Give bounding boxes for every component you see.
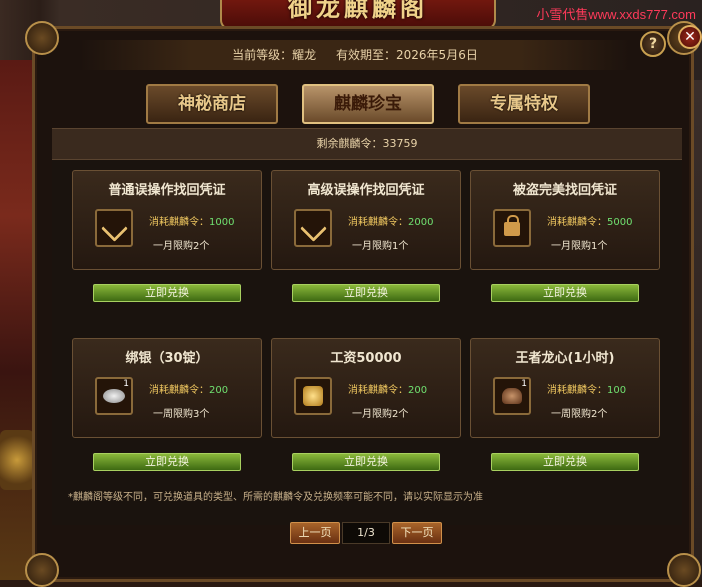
wrench-icon[interactable]	[294, 209, 332, 247]
cost-label: 消耗麒麟令：	[149, 217, 209, 228]
item-card: 王者龙心(1小时) 1 消耗麒麟令：100 一周限购2个	[470, 338, 660, 438]
expiry-date: 有效期至：2026年5月6日	[336, 48, 478, 62]
item-title: 普通误操作找回凭证	[108, 183, 226, 198]
remaining-tokens: 剩余麒麟令：33759	[52, 128, 682, 160]
redeem-button[interactable]: 立即兑换	[491, 284, 639, 302]
tab-qilin-treasures[interactable]: 麒麟珍宝	[302, 84, 434, 124]
cost-label: 消耗麒麟令：	[547, 385, 607, 396]
cost-value: 1000	[209, 217, 235, 228]
item-title: 绑银（30锭）	[125, 351, 209, 366]
dragon-heart-icon[interactable]: 1	[493, 377, 531, 415]
redeem-button[interactable]: 立即兑换	[292, 453, 440, 471]
cost-value: 100	[607, 385, 627, 396]
cost-value: 200	[408, 385, 428, 396]
purchase-limit: 一月限购1个	[352, 241, 409, 252]
silver-ingot-icon[interactable]: 1	[95, 377, 133, 415]
item-quantity: 1	[123, 379, 129, 389]
item-card: 工资50000 消耗麒麟令：200 一月限购2个	[271, 338, 461, 438]
redeem-button[interactable]: 立即兑换	[292, 284, 440, 302]
item-cost: 消耗麒麟令：200	[149, 381, 228, 396]
redeem-button[interactable]: 立即兑换	[93, 453, 241, 471]
background-ornament	[0, 430, 34, 490]
wrench-icon[interactable]	[95, 209, 133, 247]
cost-value: 2000	[408, 217, 434, 228]
next-page-button[interactable]: 下一页	[392, 522, 442, 544]
item-cost: 消耗麒麟令：5000	[547, 213, 632, 228]
purchase-limit: 一月限购2个	[352, 409, 409, 420]
close-button[interactable]: ✕	[678, 25, 702, 49]
item-cost: 消耗麒麟令：200	[348, 381, 427, 396]
prev-page-button[interactable]: 上一页	[290, 522, 340, 544]
item-card: 被盗完美找回凭证 消耗麒麟令：5000 一月限购1个	[470, 170, 660, 270]
window-title: 御龙麒麟阁	[288, 0, 428, 22]
item-title: 王者龙心(1小时)	[515, 351, 615, 366]
cost-label: 消耗麒麟令：	[547, 217, 607, 228]
corner-ornament	[667, 553, 701, 587]
lock-icon[interactable]	[493, 209, 531, 247]
redeem-button[interactable]: 立即兑换	[491, 453, 639, 471]
corner-ornament	[25, 553, 59, 587]
purchase-limit: 一周限购3个	[153, 409, 210, 420]
cost-label: 消耗麒麟令：	[348, 385, 408, 396]
tab-exclusive-privileges[interactable]: 专属特权	[458, 84, 590, 124]
redeem-button[interactable]: 立即兑换	[93, 284, 241, 302]
purchase-limit: 一月限购2个	[153, 241, 210, 252]
watermark-text: 小雪代售www.xxds777.com	[536, 7, 696, 22]
help-button[interactable]: ?	[640, 31, 666, 57]
item-card: 高级误操作找回凭证 消耗麒麟令：2000 一月限购1个	[271, 170, 461, 270]
purchase-limit: 一月限购1个	[551, 241, 608, 252]
gold-coins-icon[interactable]	[294, 377, 332, 415]
tab-bar: 神秘商店 麒麟珍宝 专属特权	[146, 84, 590, 124]
item-card: 普通误操作找回凭证 消耗麒麟令：1000 一月限购2个	[72, 170, 262, 270]
item-cost: 消耗麒麟令：100	[547, 381, 626, 396]
item-cost: 消耗麒麟令：1000	[149, 213, 234, 228]
item-title: 被盗完美找回凭证	[512, 183, 617, 198]
background-pillar	[0, 60, 36, 580]
footnote: *麒麟阁等级不同，可兑换道具的类型、所需的麒麟令及兑换频率可能不同，请以实际显示…	[68, 492, 483, 503]
status-header: 当前等级：耀龙 有效期至：2026年5月6日	[80, 40, 630, 70]
cost-value: 200	[209, 385, 229, 396]
item-quantity: 1	[521, 379, 527, 389]
cost-label: 消耗麒麟令：	[149, 385, 209, 396]
item-cost: 消耗麒麟令：2000	[348, 213, 433, 228]
item-title: 工资50000	[330, 351, 402, 366]
item-card: 绑银（30锭） 1 消耗麒麟令：200 一周限购3个	[72, 338, 262, 438]
page-indicator: 1/3	[342, 522, 390, 544]
current-level: 当前等级：耀龙	[232, 48, 317, 62]
corner-ornament	[25, 21, 59, 55]
item-title: 高级误操作找回凭证	[307, 183, 425, 198]
purchase-limit: 一周限购2个	[551, 409, 608, 420]
cost-value: 5000	[607, 217, 633, 228]
tab-mystery-shop[interactable]: 神秘商店	[146, 84, 278, 124]
cost-label: 消耗麒麟令：	[348, 217, 408, 228]
